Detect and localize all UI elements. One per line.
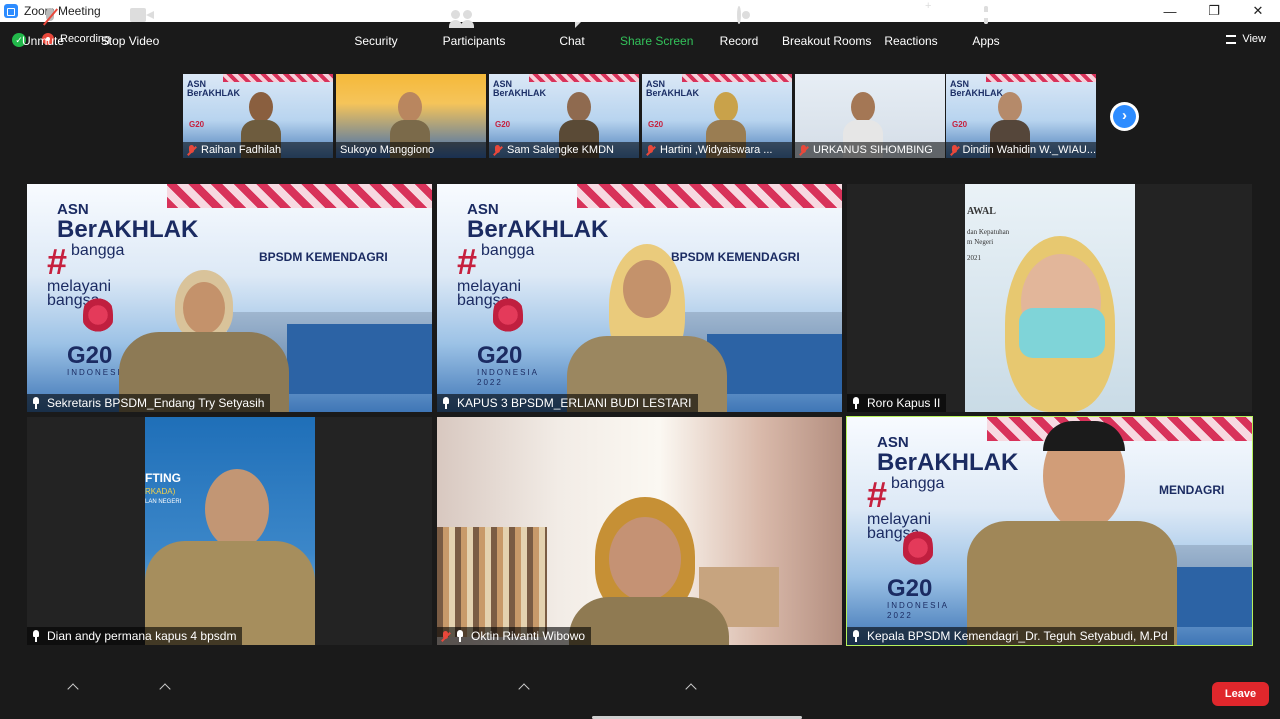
mic-muted-icon	[799, 144, 808, 156]
chat-bubble-icon	[552, 8, 592, 30]
security-button[interactable]: Security	[350, 8, 402, 50]
background-text: ASN BerAKHLAK	[493, 79, 547, 98]
filmstrip-next-button[interactable]: ›	[1110, 102, 1139, 131]
spotlight-pin-icon	[455, 630, 465, 642]
participant-name-tag: Hartini ,Widyaiswara ...	[642, 142, 792, 158]
unmute-button[interactable]: Unmute	[18, 8, 68, 50]
video-tile[interactable]: ASN BerAKHLAK # bangga melayani bangsa BPSDM…	[27, 184, 432, 412]
breakout-rooms-button[interactable]: Breakout Rooms	[782, 8, 871, 50]
spotlight-pin-icon	[31, 397, 41, 409]
g20-logo-icon	[493, 292, 523, 338]
security-shield-icon	[350, 8, 402, 30]
video-tile[interactable]: Oktin Rivanti Wibowo	[437, 417, 842, 645]
meeting-toolbar	[0, 665, 1280, 719]
filmstrip-tile[interactable]: ASN BerAKHLAK G20 Hartini ,Widyaiswara ..…	[642, 74, 792, 158]
mic-muted-icon	[950, 144, 958, 156]
participant-name-tag: Dian andy permana kapus 4 bpsdm	[27, 627, 243, 645]
slide-text: AWAL	[967, 206, 996, 217]
participant-name-tag: URKANUS SIHOMBING	[795, 142, 945, 158]
filmstrip-tile[interactable]: ASN BerAKHLAK G20 Dindin Wahidin W._WIAU.…	[946, 74, 1096, 158]
video-tile[interactable]: AWAL dan Kepatuhan m Negeri 2021 Roro Ka…	[847, 184, 1252, 412]
participant-video	[557, 244, 737, 412]
view-label: View	[1242, 33, 1266, 45]
stop-video-button[interactable]: Stop Video	[98, 8, 162, 50]
participant-face	[145, 469, 315, 645]
background-asn-text: ASN BerAKHLAK	[57, 201, 199, 243]
participant-face	[967, 421, 1177, 645]
background-g20-text: G20	[648, 120, 664, 129]
mic-muted-icon	[646, 144, 655, 156]
video-tile[interactable]: ASN BerAKHLAK # bangga melayani bangsa BPSDM…	[437, 184, 842, 412]
filmstrip-tile[interactable]: Sukoyo Manggiono	[336, 74, 486, 158]
share-screen-arrow-icon	[620, 8, 690, 30]
apps-button[interactable]: Apps	[966, 6, 1006, 50]
view-grid-icon	[1226, 34, 1237, 44]
g20-logo-icon	[83, 292, 113, 338]
restore-icon[interactable]: ❐	[1192, 0, 1236, 22]
mic-muted-icon	[187, 144, 196, 156]
participants-button[interactable]: 252 Participants	[440, 8, 508, 50]
chat-button[interactable]: Chat	[552, 8, 592, 50]
reactions-button[interactable]: Reactions	[884, 8, 938, 50]
participant-video	[119, 270, 289, 412]
close-icon[interactable]: ✕	[1236, 0, 1280, 22]
spotlight-pin-icon	[441, 397, 451, 409]
spotlight-pin-icon	[31, 630, 41, 642]
chevron-right-icon: ›	[1122, 107, 1127, 124]
g20-logo-icon	[903, 525, 933, 571]
share-screen-button[interactable]: Share Screen	[620, 8, 693, 50]
background-g20-text: G20	[952, 120, 968, 129]
spotlight-pin-icon	[851, 630, 861, 642]
background-slogan: # bangga melayani bangsa	[47, 241, 125, 309]
reactions-smiley-icon	[884, 8, 938, 30]
participant-count: 252	[488, 10, 507, 22]
record-button[interactable]: Record	[716, 6, 762, 50]
participant-face	[975, 236, 1135, 412]
participant-name-tag: KAPUS 3 BPSDM_ERLIANI BUDI LESTARI	[437, 394, 698, 412]
microphone-muted-icon	[18, 8, 68, 30]
slide-text: dan Kepatuhan	[967, 228, 1010, 236]
record-icon	[716, 6, 762, 30]
background-slogan: # bangga melayani bangsa	[457, 241, 535, 309]
apps-icon	[966, 6, 1006, 30]
video-camera-icon	[98, 8, 162, 30]
breakout-rooms-grid-icon	[782, 8, 868, 30]
background-text: ASN BerAKHLAK	[646, 79, 700, 98]
background-g20-text: G20	[495, 120, 511, 129]
participant-name-tag: Sekretaris BPSDM_Endang Try Setyasih	[27, 394, 271, 412]
participants-icon: 252	[440, 8, 508, 30]
participant-name-tag: Raihan Fadhilah	[183, 142, 333, 158]
participant-name-tag: Oktin Rivanti Wibowo	[437, 627, 592, 645]
spotlight-pin-icon	[851, 397, 861, 409]
zoom-app-icon	[4, 4, 18, 18]
leave-button[interactable]: Leave	[1212, 682, 1269, 706]
background-asn-text: ASN BerAKHLAK	[467, 201, 609, 243]
filmstrip-tile[interactable]: URKANUS SIHOMBING	[795, 74, 945, 158]
background-org-text: BPSDM KEMENDAGRI	[259, 250, 388, 264]
mic-muted-icon	[493, 144, 502, 156]
background-slogan: # bangga melayani bangsa	[867, 474, 945, 542]
participant-name-tag: Kepala BPSDM Kemendagri_Dr. Teguh Setyab…	[847, 627, 1174, 645]
background-g20-text: G20 INDONESIA 2022	[477, 342, 540, 388]
background-text: ASN BerAKHLAK	[187, 79, 241, 98]
filmstrip-tile[interactable]: ASN BerAKHLAK G20 Raihan Fadhilah	[183, 74, 333, 158]
participant-name-tag: Dindin Wahidin W._WIAU...	[946, 142, 1096, 158]
active-speaker-tile[interactable]: ASN BerAKHLAK # bangga melayani bangsa MENDA…	[846, 416, 1253, 646]
background-g20-text: G20 INDONESIA 2022	[887, 575, 950, 621]
background-shelf	[437, 527, 547, 637]
background-decoration	[577, 184, 842, 208]
background-decoration	[167, 184, 432, 208]
window-controls: — ❐ ✕	[1148, 0, 1280, 22]
participant-name-tag: Sukoyo Manggiono	[336, 142, 486, 158]
background-g20-text: G20	[189, 120, 205, 129]
minimize-icon[interactable]: —	[1148, 0, 1192, 22]
participant-name-tag: Roro Kapus II	[847, 394, 947, 412]
mic-muted-icon	[441, 630, 450, 642]
filmstrip-tile[interactable]: ASN BerAKHLAK G20 Sam Salengke KMDN	[489, 74, 639, 158]
background-building	[287, 324, 432, 394]
participant-face	[569, 497, 729, 645]
video-tile[interactable]: FTING RKADA) LAN NEGERI Dian andy perman…	[27, 417, 432, 645]
participant-name-tag: Sam Salengke KMDN	[489, 142, 639, 158]
view-button[interactable]: View	[1226, 33, 1266, 45]
